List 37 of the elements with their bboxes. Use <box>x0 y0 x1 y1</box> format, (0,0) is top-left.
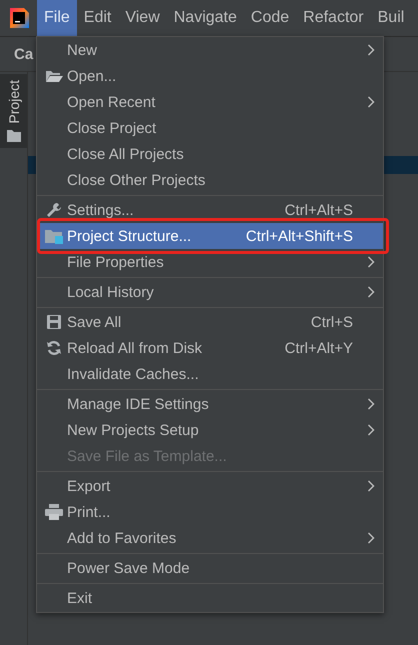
menu-item[interactable]: New Projects Setup <box>37 417 383 443</box>
menu-item[interactable]: Save All Ctrl+S <box>37 309 383 335</box>
menu-item[interactable]: Settings... Ctrl+Alt+S <box>37 197 383 223</box>
project-tool-tab[interactable]: Project <box>0 74 27 148</box>
folder-icon <box>6 130 20 142</box>
menu-item[interactable]: Invalidate Caches... <box>37 361 383 387</box>
menu-bar-item[interactable]: View <box>118 0 167 36</box>
reload-icon <box>46 340 62 356</box>
menu-item[interactable]: Close All Projects <box>37 141 383 167</box>
menu-item[interactable]: Local History <box>37 279 383 305</box>
menu-item[interactable]: Manage IDE Settings <box>37 391 383 417</box>
menu-item[interactable]: Close Project <box>37 115 383 141</box>
folder-icon <box>45 69 63 83</box>
menu-bar-item[interactable]: Refactor <box>296 0 371 36</box>
save-icon <box>46 314 62 330</box>
panel-title: Ca <box>14 46 34 62</box>
menu-item[interactable]: Open Recent <box>37 89 383 115</box>
menu-bar-item[interactable]: Edit <box>76 0 118 36</box>
menu-item[interactable]: New <box>37 37 383 63</box>
menu-item[interactable]: Add to Favorites <box>37 525 383 551</box>
app-logo-icon[interactable] <box>8 7 30 29</box>
menu-item[interactable]: Project Structure... Ctrl+Alt+Shift+S <box>37 223 383 249</box>
menu-item[interactable]: Open... <box>37 63 383 89</box>
menu-item[interactable]: Close Other Projects <box>37 167 383 193</box>
menu-bar-item[interactable]: Code <box>244 0 296 36</box>
menu-bar-item[interactable]: Buil <box>370 0 412 36</box>
menu-item[interactable]: Exit <box>37 585 383 611</box>
menu-bar-item[interactable]: File <box>37 0 77 36</box>
wrench-icon <box>46 202 62 218</box>
folder-grid-icon <box>44 228 64 244</box>
menu-item[interactable]: Export <box>37 473 383 499</box>
menu-item[interactable]: Reload All from Disk Ctrl+Alt+Y <box>37 335 383 361</box>
menu-item[interactable]: File Properties <box>37 249 383 275</box>
menu-item[interactable]: Print... <box>37 499 383 525</box>
printer-icon <box>45 504 63 520</box>
menu-bar-item[interactable]: Navigate <box>166 0 244 36</box>
menu-item[interactable]: Power Save Mode <box>37 555 383 581</box>
